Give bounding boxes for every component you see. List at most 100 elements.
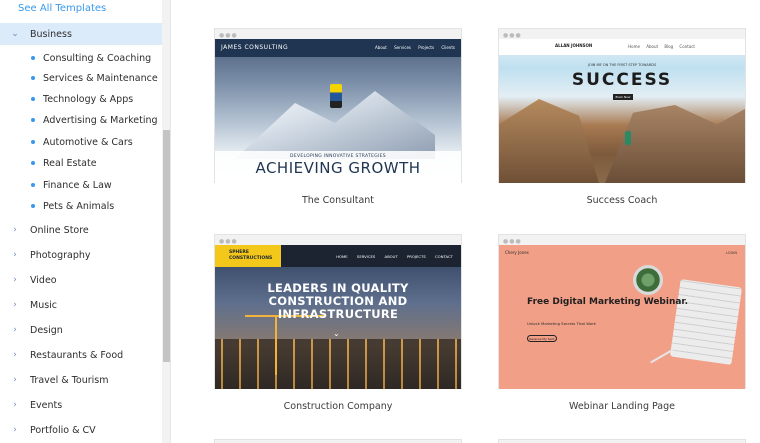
preview-nav-bar: Chery Jones LOGIN <box>499 245 745 261</box>
preview-nav-bar: JAMES CONSULTING About Services Projects… <box>215 39 461 57</box>
preview-brand: JAMES CONSULTING <box>221 44 289 51</box>
window-dots-icon: ●●● <box>503 238 522 245</box>
template-preview-frame[interactable]: ●●● JAMES CONSULTING About Services Proj… <box>214 28 462 183</box>
preview-logo-block: SPHERE CONSTRUCTIONS <box>215 245 281 267</box>
preview-reserve-button: Reserve My Spot <box>527 335 557 342</box>
template-preview-image: JAMES CONSULTING About Services Projects… <box>215 39 461 183</box>
subcategory-finance-law[interactable]: Finance & Law <box>0 175 162 195</box>
preview-nav-links: Home About Blog Contact <box>628 44 695 49</box>
city-lights-shape <box>215 339 461 389</box>
chevron-right-icon: › <box>13 275 17 285</box>
bullet-icon <box>31 161 35 165</box>
category-label: Events <box>30 399 63 411</box>
chevron-right-icon: › <box>13 350 17 360</box>
category-photography[interactable]: › Photography <box>0 244 162 266</box>
preview-nav-links: About Services Projects Clients <box>375 45 455 50</box>
template-preview-frame[interactable]: ●●● ALLAN JOHNSON Home About Blog Contac… <box>498 28 746 183</box>
preview-brand: ALLAN JOHNSON <box>555 43 593 48</box>
chevron-right-icon: › <box>13 425 17 435</box>
bullet-icon <box>31 76 35 80</box>
template-card-next-row-right[interactable] <box>498 439 746 443</box>
preview-title: Free Digital Marketing Webinar. <box>527 297 689 307</box>
category-label: Travel & Tourism <box>30 374 109 386</box>
preview-nav-links: LOGIN <box>726 251 737 255</box>
preview-description: Unlock Marketing Secrets That Work <box>527 321 596 326</box>
climber-figure <box>625 131 631 145</box>
bullet-icon <box>31 140 35 144</box>
preview-nav-bar: SPHERE CONSTRUCTIONS HOME SERVICES ABOUT… <box>215 245 461 267</box>
template-card-next-row-left[interactable] <box>214 439 462 443</box>
category-portfolio-cv[interactable]: › Portfolio & CV <box>0 419 162 441</box>
template-preview-image: Chery Jones LOGIN Free Digital Marketing… <box>499 245 745 389</box>
preview-book-button: Book Now <box>613 94 633 100</box>
subcategory-automotive-cars[interactable]: Automotive & Cars <box>0 132 162 152</box>
window-dots-icon: ●●● <box>219 238 238 245</box>
template-preview-image: SPHERE CONSTRUCTIONS HOME SERVICES ABOUT… <box>215 245 461 389</box>
preview-title: SUCCESS <box>571 70 673 90</box>
subcategory-label: Advertising & Marketing <box>43 114 158 126</box>
subcategory-label: Real Estate <box>43 157 97 169</box>
category-label: Portfolio & CV <box>30 424 96 436</box>
chevron-right-icon: › <box>13 325 17 335</box>
category-video[interactable]: › Video <box>0 269 162 291</box>
preview-nav-links: HOME SERVICES ABOUT PROJECTS CONTACT <box>336 254 453 259</box>
climber-figure <box>330 84 342 108</box>
category-music[interactable]: › Music <box>0 294 162 316</box>
window-dots-icon: ●●● <box>219 32 238 39</box>
category-business[interactable]: ⌄ Business <box>0 23 162 45</box>
preview-title: LEADERS IN QUALITY CONSTRUCTION AND INFR… <box>267 281 409 321</box>
preview-brand: Chery Jones <box>505 250 529 255</box>
sidebar-scrollbar-thumb[interactable] <box>163 130 170 362</box>
template-preview-image: ALLAN JOHNSON Home About Blog Contact JO… <box>499 39 745 183</box>
preview-brand: SPHERE CONSTRUCTIONS <box>229 250 273 261</box>
chevron-down-icon: ⌄ <box>11 29 19 39</box>
template-preview-frame[interactable]: ●●● Chery Jones LOGIN Free Digital Marke… <box>498 234 746 389</box>
crane-mast-shape <box>275 315 277 375</box>
subcategory-real-estate[interactable]: Real Estate <box>0 153 162 173</box>
bullet-icon <box>31 118 35 122</box>
subcategory-label: Technology & Apps <box>43 93 134 105</box>
subcategory-technology-apps[interactable]: Technology & Apps <box>0 89 162 109</box>
chevron-right-icon: › <box>13 225 17 235</box>
category-label: Photography <box>30 249 91 261</box>
chevron-right-icon: › <box>13 250 17 260</box>
see-all-templates-link[interactable]: See All Templates <box>18 3 106 14</box>
category-label: Restaurants & Food <box>30 349 124 361</box>
chevron-right-icon: › <box>13 400 17 410</box>
window-dots-icon: ●●● <box>503 32 522 39</box>
preview-headline-band: DEVELOPING INNOVATIVE STRATEGIES ACHIEVI… <box>215 151 461 183</box>
subcategory-pets-animals[interactable]: Pets & Animals <box>0 196 162 216</box>
category-label: Design <box>30 324 63 336</box>
subcategory-label: Automotive & Cars <box>43 136 133 148</box>
category-travel-tourism[interactable]: › Travel & Tourism <box>0 369 162 391</box>
subcategory-label: Finance & Law <box>43 179 112 191</box>
subcategory-services-maintenance[interactable]: Services & Maintenance <box>0 68 162 88</box>
chevron-down-icon: ⌄ <box>333 329 340 338</box>
category-online-store[interactable]: › Online Store <box>0 219 162 241</box>
category-label: Online Store <box>30 224 89 236</box>
category-label: Business <box>30 28 72 40</box>
plant-pot-shape <box>633 265 663 295</box>
chevron-right-icon: › <box>13 375 17 385</box>
subcategory-label: Pets & Animals <box>43 200 115 212</box>
bullet-icon <box>31 204 35 208</box>
bullet-icon <box>31 97 35 101</box>
preview-title: ACHIEVING GROWTH <box>255 159 421 177</box>
category-label: Video <box>30 274 57 286</box>
template-name[interactable]: Webinar Landing Page <box>498 401 746 412</box>
template-name[interactable]: The Consultant <box>214 195 462 206</box>
category-restaurants-food[interactable]: › Restaurants & Food <box>0 344 162 366</box>
chevron-right-icon: › <box>13 300 17 310</box>
keyboard-shape <box>669 279 743 365</box>
subcategory-consulting-coaching[interactable]: Consulting & Coaching <box>0 48 162 68</box>
preview-tagline: JOIN ME ON THE FIRST STEP TOWARDS <box>587 63 657 67</box>
category-design[interactable]: › Design <box>0 319 162 341</box>
subcategory-label: Services & Maintenance <box>43 72 158 84</box>
template-preview-frame[interactable]: ●●● SPHERE CONSTRUCTIONS HOME SERVICES A… <box>214 234 462 389</box>
subcategory-advertising-marketing[interactable]: Advertising & Marketing <box>0 110 162 130</box>
category-events[interactable]: › Events <box>0 394 162 416</box>
subcategory-label: Consulting & Coaching <box>43 52 152 64</box>
template-name[interactable]: Success Coach <box>498 195 746 206</box>
template-name[interactable]: Construction Company <box>214 401 462 412</box>
cliff-left-shape <box>499 99 599 183</box>
